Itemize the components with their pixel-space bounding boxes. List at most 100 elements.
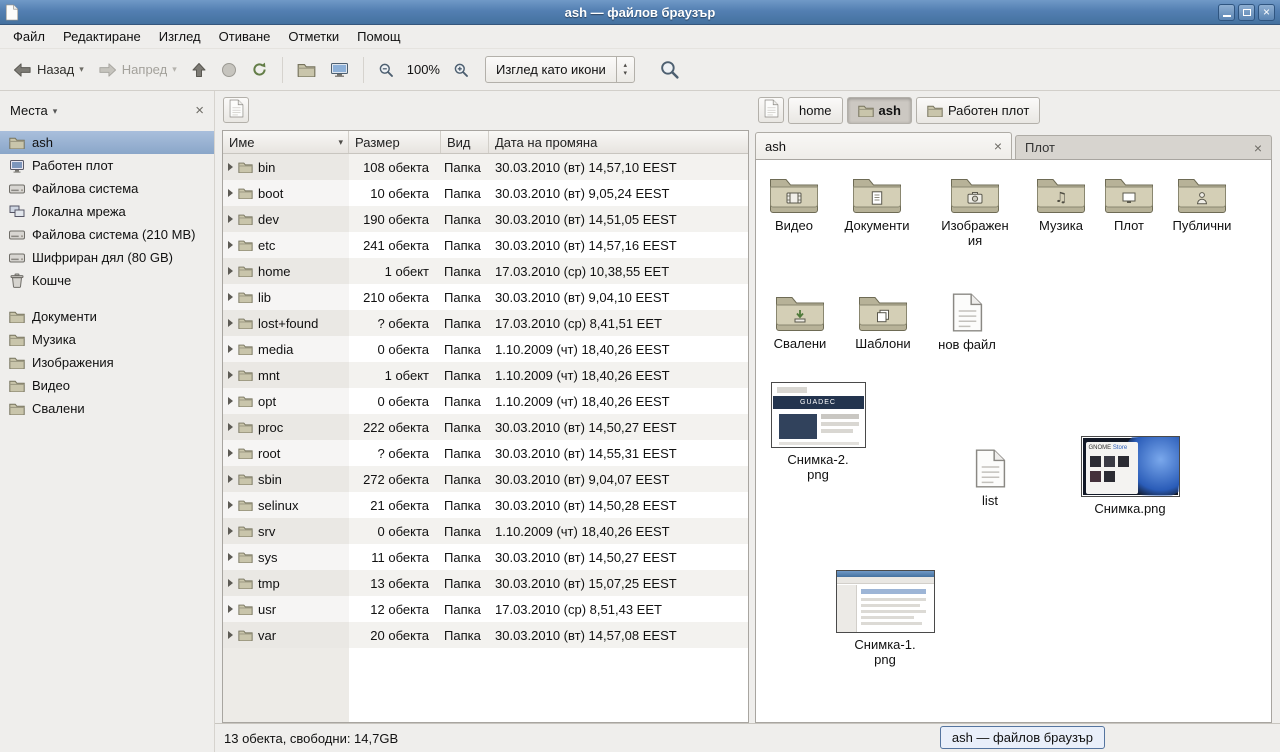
icon-item[interactable]: list — [952, 448, 1028, 508]
sidebar-item[interactable]: Музика — [0, 328, 214, 351]
icon-item[interactable]: Документи — [839, 174, 915, 233]
menu-bookmarks[interactable]: Отметки — [279, 26, 348, 47]
icon-item[interactable]: ♫Музика — [1023, 174, 1099, 233]
table-row[interactable]: proc222 обектаПапка30.03.2010 (вт) 14,50… — [223, 414, 748, 440]
table-row[interactable]: tmp13 обектаПапка30.03.2010 (вт) 15,07,2… — [223, 570, 748, 596]
titlebar[interactable]: ash — файлов браузър × — [0, 0, 1280, 25]
expander-icon[interactable] — [228, 553, 233, 561]
expander-icon[interactable] — [228, 163, 233, 171]
expander-icon[interactable] — [228, 397, 233, 405]
up-button[interactable] — [185, 57, 213, 83]
tab-ash[interactable]: ash× — [755, 132, 1012, 159]
expander-icon[interactable] — [228, 579, 233, 587]
expander-icon[interactable] — [228, 423, 233, 431]
icon-item[interactable]: Изображения — [937, 174, 1013, 248]
icon-item-thumbnail[interactable]: GNOME Store Снимка.png — [1077, 436, 1183, 516]
stop-button[interactable] — [215, 57, 243, 83]
sidebar-item[interactable]: Изображения — [0, 351, 214, 374]
table-row[interactable]: mnt1 обектПапка1.10.2009 (чт) 18,40,26 E… — [223, 362, 748, 388]
table-row[interactable]: selinux21 обектаПапка30.03.2010 (вт) 14,… — [223, 492, 748, 518]
sidebar-item[interactable]: Локална мрежа — [0, 200, 214, 223]
table-row[interactable]: sys11 обектаПапка30.03.2010 (вт) 14,50,2… — [223, 544, 748, 570]
menu-help[interactable]: Помощ — [348, 26, 409, 47]
table-row[interactable]: sbin272 обектаПапка30.03.2010 (вт) 9,04,… — [223, 466, 748, 492]
table-row[interactable]: opt0 обектаПапка1.10.2009 (чт) 18,40,26 … — [223, 388, 748, 414]
left-pane-root-button[interactable] — [223, 97, 249, 123]
menu-edit[interactable]: Редактиране — [54, 26, 150, 47]
icon-item[interactable]: Видео — [756, 174, 832, 233]
expander-icon[interactable] — [228, 293, 233, 301]
table-row[interactable]: root? обектаПапка30.03.2010 (вт) 14,55,3… — [223, 440, 748, 466]
sidebar-item[interactable]: ash — [0, 131, 214, 154]
minimize-button[interactable] — [1218, 4, 1235, 21]
view-mode-select[interactable]: Изглед като икони ▴▾ — [485, 56, 635, 83]
pathbar-root-button[interactable] — [758, 97, 784, 123]
menu-view[interactable]: Изглед — [150, 26, 210, 47]
expander-icon[interactable] — [228, 605, 233, 613]
table-row[interactable]: media0 обектаПапка1.10.2009 (чт) 18,40,2… — [223, 336, 748, 362]
sidebar-item[interactable]: Файлова система — [0, 177, 214, 200]
icon-item[interactable]: Плот — [1091, 174, 1167, 233]
expander-icon[interactable] — [228, 527, 233, 535]
sidebar-item[interactable]: Шифриран дял (80 GB) — [0, 246, 214, 269]
back-button[interactable]: Назад ▾ — [7, 57, 90, 83]
zoom-out-button[interactable] — [372, 57, 400, 83]
menu-file[interactable]: Файл — [4, 26, 54, 47]
table-row[interactable]: dev190 обектаПапка30.03.2010 (вт) 14,51,… — [223, 206, 748, 232]
places-dropdown-icon[interactable]: ▾ — [53, 106, 58, 117]
icon-item[interactable]: Свалени — [762, 292, 838, 351]
sidebar-item[interactable]: Работен плот — [0, 154, 214, 177]
reload-button[interactable] — [245, 56, 274, 83]
expander-icon[interactable] — [228, 319, 233, 327]
expander-icon[interactable] — [228, 189, 233, 197]
home-button[interactable] — [291, 57, 322, 82]
table-row[interactable]: bin108 обектаПапка30.03.2010 (вт) 14,57,… — [223, 154, 748, 180]
column-header-size[interactable]: Размер — [349, 131, 441, 153]
maximize-button[interactable] — [1238, 4, 1255, 21]
forward-button[interactable]: Напред ▾ — [92, 57, 183, 83]
column-header-name[interactable]: Име▾ — [223, 131, 349, 153]
sidebar-item[interactable]: Документи — [0, 305, 214, 328]
expander-icon[interactable] — [228, 631, 233, 639]
icon-item[interactable]: нов файл — [929, 292, 1005, 352]
icon-item-thumbnail[interactable]: GUADEC Снимка-2.png — [768, 382, 868, 482]
places-close-button[interactable]: × — [195, 102, 204, 119]
sidebar-item[interactable]: Видео — [0, 374, 214, 397]
expander-icon[interactable] — [228, 215, 233, 223]
icon-item[interactable]: Публични — [1164, 174, 1240, 233]
table-row[interactable]: etc241 обектаПапка30.03.2010 (вт) 14,57,… — [223, 232, 748, 258]
table-row[interactable]: lib210 обектаПапка30.03.2010 (вт) 9,04,1… — [223, 284, 748, 310]
close-button[interactable]: × — [1258, 4, 1275, 21]
icon-view[interactable]: ВидеоДокументи Изображения♫МузикаПлотПубл… — [755, 159, 1272, 723]
sidebar-item[interactable]: Свалени — [0, 397, 214, 420]
table-row[interactable]: boot10 обектаПапка30.03.2010 (вт) 9,05,2… — [223, 180, 748, 206]
expander-icon[interactable] — [228, 475, 233, 483]
column-header-type[interactable]: Вид — [441, 131, 489, 153]
icon-item-thumbnail[interactable]: Снимка-1.png — [835, 570, 935, 667]
expander-icon[interactable] — [228, 371, 233, 379]
sidebar-item[interactable]: Кошче — [0, 269, 214, 292]
path-button-ash[interactable]: ash — [847, 97, 912, 124]
expander-icon[interactable] — [228, 501, 233, 509]
expander-icon[interactable] — [228, 449, 233, 457]
expander-icon[interactable] — [228, 345, 233, 353]
back-history-dropdown-icon[interactable]: ▾ — [79, 64, 84, 75]
zoom-in-button[interactable] — [447, 57, 475, 83]
table-row[interactable]: usr12 обектаПапка17.03.2010 (ср) 8,51,43… — [223, 596, 748, 622]
table-row[interactable]: home1 обектПапка17.03.2010 (ср) 10,38,55… — [223, 258, 748, 284]
search-button[interactable] — [653, 55, 686, 84]
tab-close-icon[interactable]: × — [1254, 140, 1262, 156]
menu-go[interactable]: Отиване — [210, 26, 280, 47]
tab-плот[interactable]: Плот× — [1015, 135, 1272, 159]
icon-item[interactable]: Шаблони — [845, 292, 921, 351]
table-row[interactable]: var20 обектаПапка30.03.2010 (вт) 14,57,0… — [223, 622, 748, 648]
path-button-работен-плот[interactable]: Работен плот — [916, 97, 1040, 124]
table-row[interactable]: lost+found? обектаПапка17.03.2010 (ср) 8… — [223, 310, 748, 336]
expander-icon[interactable] — [228, 241, 233, 249]
tab-close-icon[interactable]: × — [994, 138, 1002, 154]
computer-button[interactable] — [324, 57, 355, 83]
sidebar-item[interactable]: Файлова система (210 MB) — [0, 223, 214, 246]
path-button-home[interactable]: home — [788, 97, 843, 124]
column-header-date[interactable]: Дата на промяна — [489, 131, 748, 153]
expander-icon[interactable] — [228, 267, 233, 275]
